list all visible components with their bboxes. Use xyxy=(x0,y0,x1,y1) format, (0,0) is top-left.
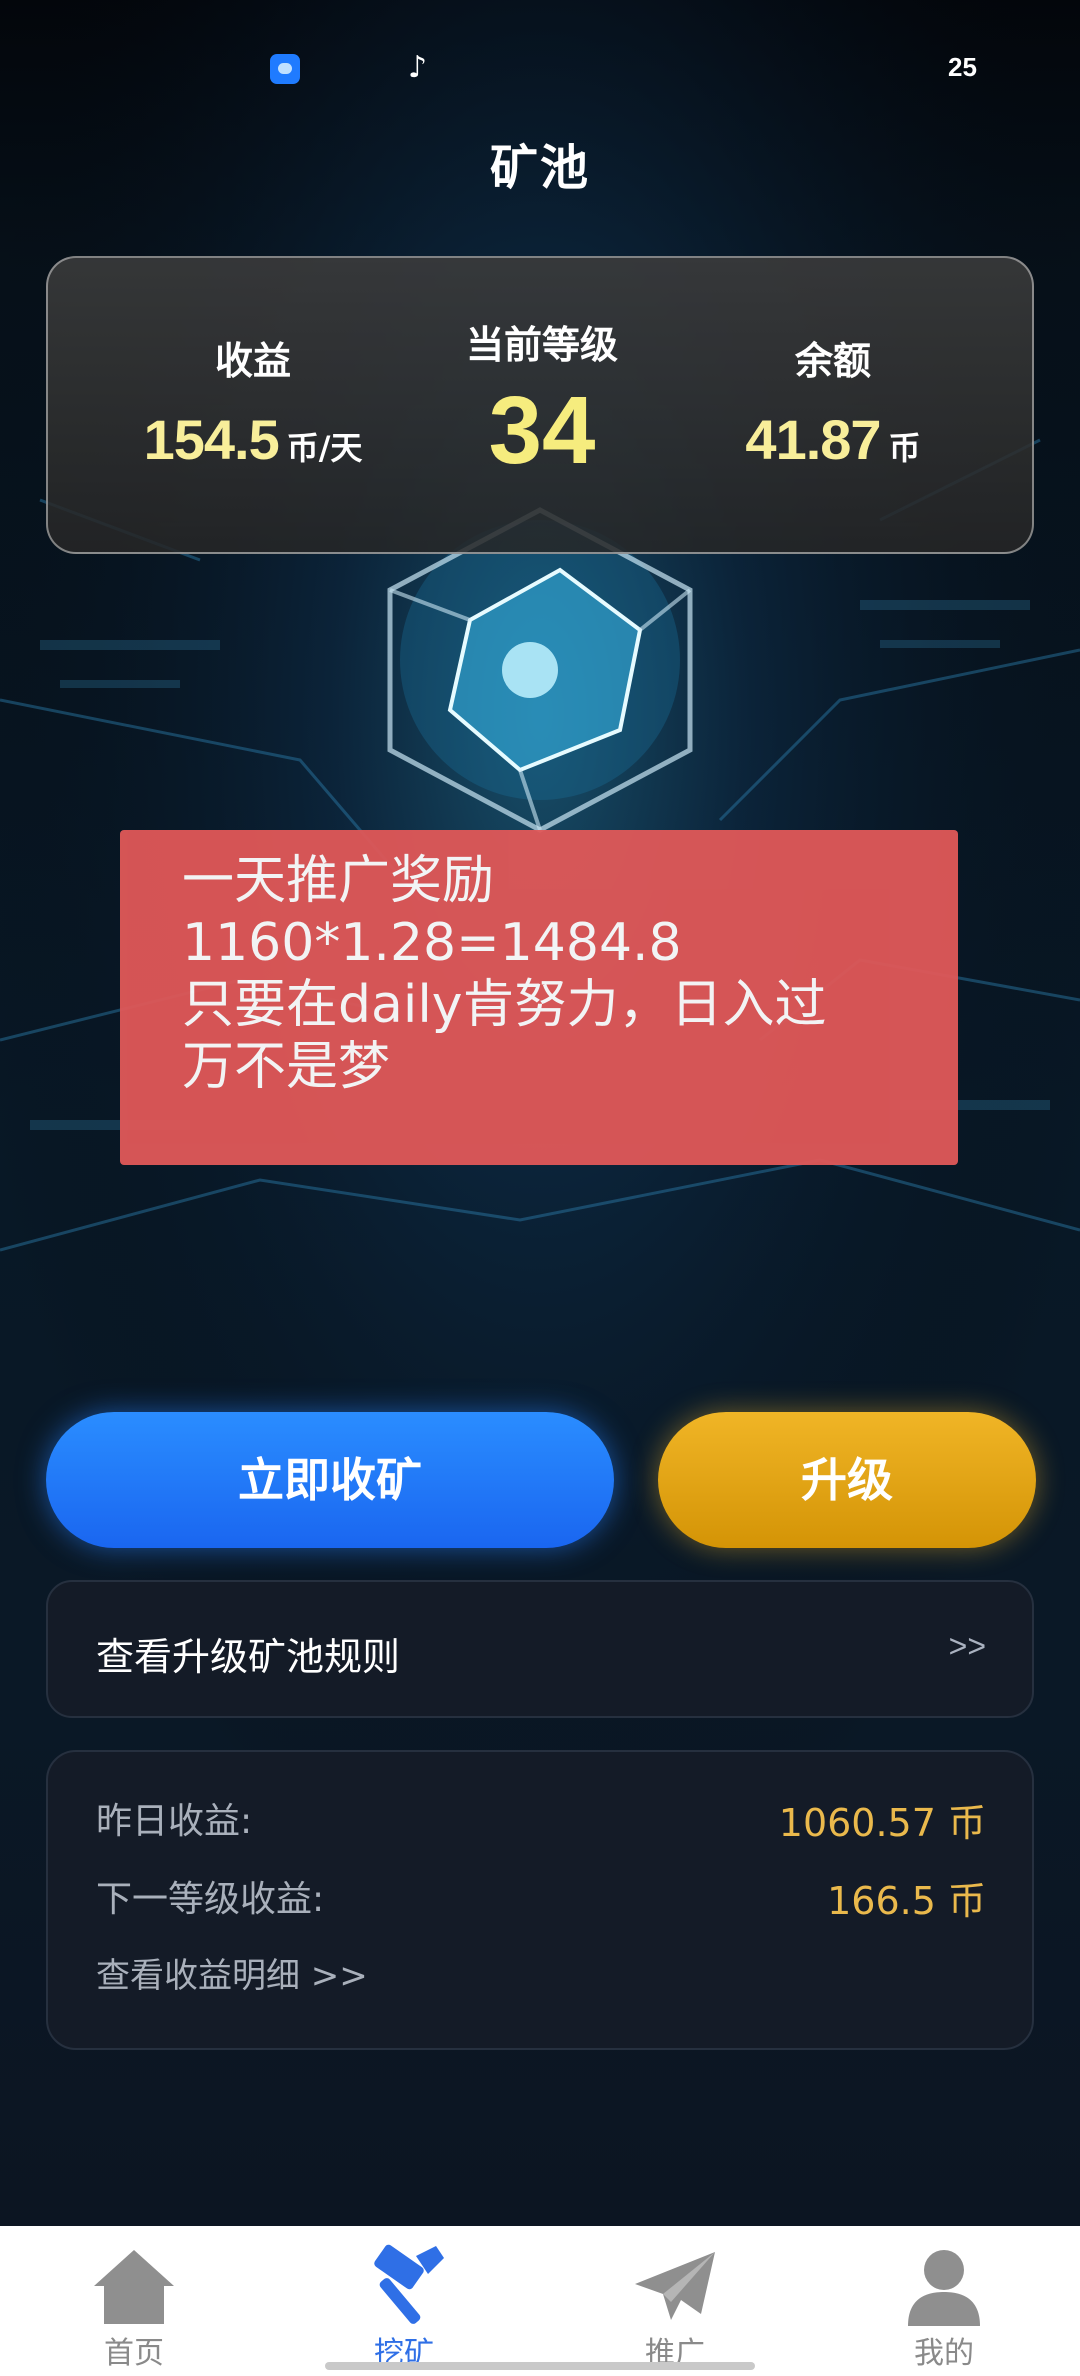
income-label: 收益 xyxy=(214,339,291,383)
chat-app-icon xyxy=(270,54,300,84)
income-stat: 收益 154.5 币/天 xyxy=(98,258,408,472)
balance-stat: 余额 41.87 币 xyxy=(678,258,988,472)
promo-line: 万不是梦 xyxy=(182,1037,391,1097)
nav-item-promote[interactable]: 推广 xyxy=(575,2226,775,2376)
income-unit: 币/天 xyxy=(286,429,363,467)
yesterday-earnings-value: 1060.57 币 xyxy=(778,1801,986,1845)
person-icon xyxy=(908,2250,980,2326)
level-label: 当前等级 xyxy=(465,323,618,367)
collect-mine-button[interactable]: 立即收矿 xyxy=(46,1412,614,1548)
income-value: 154.5 xyxy=(143,408,280,471)
nav-item-mining[interactable]: 挖矿 xyxy=(304,2226,504,2376)
level-value: 34 xyxy=(488,377,596,484)
next-level-earnings-row: 下一等级收益: 166.5 币 xyxy=(96,1870,986,1923)
battery-level: 25 xyxy=(948,52,977,82)
home-indicator xyxy=(325,2362,755,2370)
upgrade-button[interactable]: 升级 xyxy=(658,1412,1036,1548)
paper-plane-icon xyxy=(635,2252,715,2320)
earnings-detail-link[interactable]: 查看收益明细 >> xyxy=(96,1948,368,1997)
nav-label-home: 首页 xyxy=(104,2336,164,2371)
promo-overlay-note: 一天推广奖励 1160*1.28=1484.8 只要在daily肯努力，日入过 … xyxy=(120,830,958,1165)
chevron-right-icon: >> xyxy=(948,1628,986,1664)
next-level-earnings-label: 下一等级收益: xyxy=(96,1879,325,1920)
balance-label: 余额 xyxy=(794,339,871,383)
upgrade-rules-link[interactable]: 查看升级矿池规则 >> xyxy=(46,1580,1034,1718)
bottom-nav: 首页 挖矿 推广 我的 xyxy=(0,2226,1080,2376)
yesterday-earnings-row: 昨日收益: 1060.57 币 xyxy=(96,1792,986,1845)
earnings-card: 昨日收益: 1060.57 币 下一等级收益: 166.5 币 查看收益明细 >… xyxy=(46,1750,1034,2050)
balance-value: 41.87 xyxy=(745,408,881,471)
promo-line: 只要在daily肯努力，日入过 xyxy=(182,975,827,1035)
promo-line: 一天推广奖励 xyxy=(182,851,495,911)
home-icon xyxy=(94,2250,174,2324)
stats-card: 收益 154.5 币/天 当前等级 34 余额 41.87 币 xyxy=(46,256,1034,554)
level-stat: 当前等级 34 xyxy=(420,258,664,483)
hammer-icon xyxy=(374,2244,444,2324)
app-screen: ♪ 25 矿池 收益 154.5 币/天 当前等级 34 余额 41.87 币 一天… xyxy=(0,0,1080,2376)
nav-label-profile: 我的 xyxy=(914,2336,974,2371)
nav-item-profile[interactable]: 我的 xyxy=(844,2226,1044,2376)
status-bar: ♪ 25 xyxy=(0,0,1080,130)
nav-item-home[interactable]: 首页 xyxy=(34,2226,234,2376)
tiktok-icon: ♪ xyxy=(408,50,428,85)
promo-line: 1160*1.28=1484.8 xyxy=(182,913,682,973)
rules-label: 查看升级矿池规则 xyxy=(96,1635,401,1679)
balance-unit: 币 xyxy=(888,429,921,467)
yesterday-earnings-label: 昨日收益: xyxy=(96,1801,253,1842)
next-level-earnings-value: 166.5 币 xyxy=(827,1879,986,1923)
page-title: 矿池 xyxy=(489,140,590,196)
